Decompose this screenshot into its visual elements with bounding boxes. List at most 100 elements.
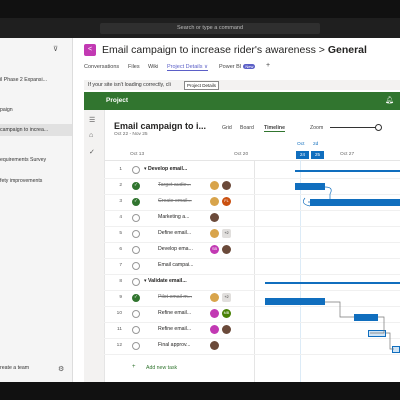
date-oct20: Oct 20 [234, 152, 249, 157]
zoom-slider-thumb[interactable] [375, 124, 382, 131]
task-checkbox[interactable] [132, 310, 140, 318]
task-checkbox[interactable] [132, 326, 140, 334]
bell-icon[interactable]: 🔔︎ [385, 96, 394, 104]
add-new-task[interactable]: Add new task [146, 365, 177, 371]
collapse-icon[interactable]: ▾ [144, 166, 147, 172]
tooltip: Project Details [184, 81, 220, 90]
task-checkbox[interactable] [132, 214, 140, 222]
more-assignees[interactable]: +2 [222, 229, 231, 238]
project-dates: Oct 22 - Nov 25 [114, 132, 148, 137]
task-checkbox[interactable] [132, 278, 140, 286]
filter-icon[interactable]: ⊽ [53, 45, 58, 53]
row-number: 6 [119, 247, 122, 252]
avatar[interactable] [210, 197, 219, 206]
sidebar-item[interactable]: paign [0, 104, 72, 116]
channel-name: General [327, 44, 367, 56]
title-separator: > [315, 44, 328, 56]
project-title[interactable]: Email campaign to i... [114, 121, 206, 131]
new-badge: New [243, 64, 256, 69]
tab-project-details[interactable]: Project Details ∨ [167, 64, 209, 71]
task-checkbox[interactable] [132, 294, 140, 302]
avatar[interactable] [222, 325, 231, 334]
avatar[interactable] [210, 325, 219, 334]
today-cell: 24 [296, 151, 309, 159]
task-name[interactable]: Define email... [158, 230, 200, 236]
row-number: 12 [116, 343, 122, 348]
avatar[interactable] [210, 293, 219, 302]
channel-title: Email campaign to increase rider's aware… [102, 44, 367, 56]
task-name[interactable]: Validate email... [148, 278, 200, 284]
day-cell: 25 [311, 151, 324, 159]
home-icon[interactable]: ⌂ [89, 132, 93, 139]
teams-sidebar: il Phase 2 Expansi... paign campaign to … [0, 38, 73, 382]
tab-conversations[interactable]: Conversations [84, 64, 119, 70]
row-number: 4 [119, 215, 122, 220]
task-checkbox[interactable] [132, 230, 140, 238]
avatar[interactable]: MB [222, 309, 231, 318]
add-task-icon[interactable]: + [132, 364, 136, 370]
team-name: Email campaign to increase rider's aware… [102, 44, 316, 56]
task-name[interactable]: Refine email... [158, 326, 200, 332]
tab-power-bi[interactable]: Power BI New [219, 64, 256, 70]
avatar[interactable] [210, 229, 219, 238]
avatar[interactable] [210, 309, 219, 318]
task-checkbox[interactable] [132, 342, 140, 350]
sidebar-item[interactable]: il Phase 2 Expansi... [0, 74, 72, 86]
view-timeline[interactable]: Timeline [264, 125, 285, 132]
tab-wiki[interactable]: Wiki [148, 64, 158, 70]
row-number: 2 [119, 183, 122, 188]
avatar[interactable] [210, 181, 219, 190]
zoom-slider-track[interactable] [330, 127, 380, 128]
project-header: Project [84, 92, 400, 110]
task-name[interactable]: Target audie... [158, 182, 200, 188]
checkmark-icon[interactable]: ✓ [89, 148, 95, 156]
channel-tabs: Conversations Files Wiki Project Details… [84, 62, 304, 74]
row-number: 5 [119, 231, 122, 236]
site-notice: If your site isn't loading correctly, cl… [84, 80, 400, 90]
sidebar-item-active[interactable]: campaign to increa... [0, 124, 72, 136]
date-oct27: Oct 27 [340, 152, 355, 157]
task-name[interactable]: Email campai... [158, 262, 200, 268]
view-switcher: Grid Board Timeline [222, 125, 302, 135]
avatar[interactable] [210, 341, 219, 350]
collapse-icon[interactable]: ▾ [144, 278, 147, 284]
avatar[interactable] [222, 181, 231, 190]
project-rail: ☰ ⌂ ✓ [84, 110, 105, 382]
timeline-header: Oct 13 Oct 20 Oct 2d Oct 27 [104, 142, 400, 161]
task-checkbox[interactable] [132, 166, 140, 174]
task-name[interactable]: Create email... [158, 198, 200, 204]
row-number: 8 [119, 279, 122, 284]
task-checkbox[interactable] [132, 198, 140, 206]
menu-icon[interactable]: ☰ [89, 116, 95, 124]
row-number: 7 [119, 263, 122, 268]
avatar[interactable]: SB [210, 245, 219, 254]
search-input[interactable]: Search or type a command [100, 23, 320, 34]
task-name[interactable]: Refine email... [158, 310, 200, 316]
view-board[interactable]: Board [240, 125, 254, 131]
task-name[interactable]: Develop ema... [158, 246, 200, 252]
task-name[interactable]: Final approv... [158, 342, 200, 348]
create-team-link[interactable]: reate a team [0, 365, 29, 371]
more-assignees[interactable]: +2 [222, 293, 231, 302]
sidebar-item[interactable]: fety improvements [0, 175, 72, 187]
view-grid[interactable]: Grid [222, 125, 232, 131]
task-name[interactable]: Marketing a... [158, 214, 200, 220]
zoom-label: Zoom [310, 125, 324, 131]
avatar[interactable] [210, 213, 219, 222]
task-name[interactable]: Develop email... [148, 166, 200, 172]
add-tab-button[interactable]: + [266, 62, 270, 69]
row-number: 11 [117, 327, 122, 332]
row-number: 9 [119, 295, 122, 300]
avatar[interactable]: FL [222, 197, 231, 206]
task-name[interactable]: Pilot email m... [158, 294, 200, 300]
tab-files[interactable]: Files [128, 64, 140, 70]
task-checkbox[interactable] [132, 182, 140, 190]
settings-icon[interactable]: ⚙ [58, 365, 64, 373]
task-checkbox[interactable] [132, 262, 140, 270]
sidebar-item[interactable]: equirements Survey [0, 154, 72, 166]
row-number: 10 [116, 311, 122, 316]
task-checkbox[interactable] [132, 246, 140, 254]
taskbar [0, 382, 400, 400]
date-2d: 2d [313, 142, 319, 147]
avatar[interactable] [222, 245, 231, 254]
